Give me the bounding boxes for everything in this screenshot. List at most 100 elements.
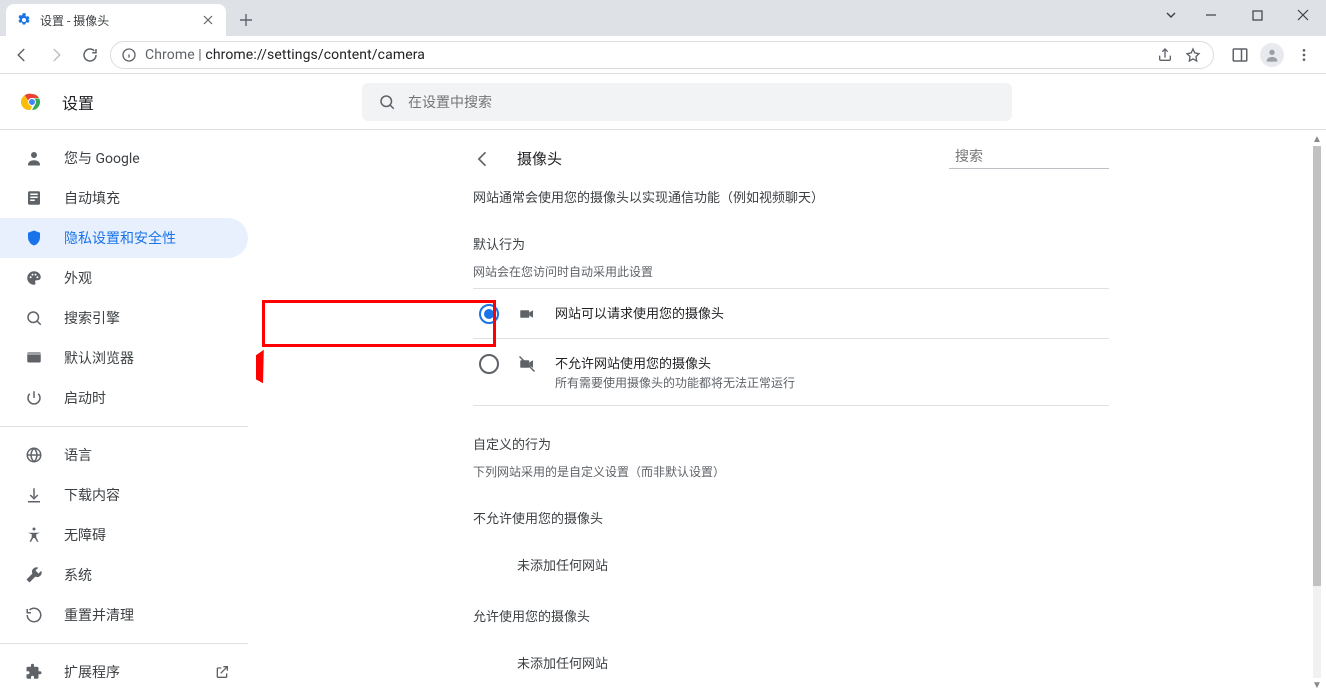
window-controls bbox=[1154, 0, 1326, 30]
sidebar-item-default-browser[interactable]: 默认浏览器 bbox=[0, 338, 248, 378]
sidebar-item-on-startup[interactable]: 启动时 bbox=[0, 378, 248, 418]
omnibox[interactable]: Chrome | chrome://settings/content/camer… bbox=[110, 41, 1214, 69]
default-behavior-heading: 默认行为 bbox=[473, 234, 1109, 253]
sidebar-item-label: 默认浏览器 bbox=[64, 348, 134, 368]
sidebar-item-label: 扩展程序 bbox=[64, 662, 120, 682]
block-list-heading: 不允许使用您的摄像头 bbox=[473, 508, 1109, 527]
download-icon bbox=[24, 485, 44, 505]
browser-tab-active[interactable]: 设置 - 摄像头 bbox=[6, 4, 226, 36]
radio-button[interactable] bbox=[479, 354, 499, 374]
menu-icon[interactable] bbox=[1290, 41, 1318, 69]
shield-icon bbox=[24, 228, 44, 248]
wrench-icon bbox=[24, 565, 44, 585]
settings-content: 摄像头 网站通常会使用您的摄像头以实现通信功能（例如视频聊天） 默认行为 网站会… bbox=[256, 130, 1326, 694]
new-tab-button[interactable] bbox=[232, 6, 260, 34]
caret-down-icon[interactable] bbox=[1154, 0, 1188, 30]
camera-off-icon bbox=[517, 354, 537, 374]
close-window-button[interactable] bbox=[1280, 0, 1326, 30]
option-sites-can-ask[interactable]: 网站可以请求使用您的摄像头 bbox=[473, 289, 1109, 338]
default-behavior-options: 网站可以请求使用您的摄像头 不允许网站使用您的摄像头 所有需要使用摄像头的功能都… bbox=[473, 288, 1109, 406]
sidebar-item-label: 外观 bbox=[64, 268, 92, 288]
sidebar-item-accessibility[interactable]: 无障碍 bbox=[0, 515, 248, 555]
radio-button[interactable] bbox=[479, 304, 499, 324]
sidebar-item-label: 启动时 bbox=[64, 388, 106, 408]
page-title: 摄像头 bbox=[517, 148, 562, 169]
sidebar-item-privacy[interactable]: 隐私设置和安全性 bbox=[0, 218, 248, 258]
url-text: Chrome | chrome://settings/content/camer… bbox=[145, 47, 1147, 63]
annotation-arrow bbox=[256, 340, 276, 530]
palette-icon bbox=[24, 268, 44, 288]
settings-sidebar: 您与 Google 自动填充 隐私设置和安全性 外观 搜索引擎 默认浏览器 启动… bbox=[0, 130, 256, 694]
settings-title: 设置 bbox=[62, 90, 94, 114]
external-link-icon bbox=[214, 664, 230, 680]
sidebar-item-label: 语言 bbox=[64, 445, 92, 465]
page-search[interactable] bbox=[949, 148, 1109, 169]
sidebar-item-appearance[interactable]: 外观 bbox=[0, 258, 248, 298]
settings-header: 设置 bbox=[0, 74, 1326, 130]
custom-behavior-subheading: 下列网站采用的是自定义设置（而非默认设置） bbox=[473, 463, 1109, 480]
scroll-thumb[interactable] bbox=[1313, 146, 1321, 586]
site-info-icon[interactable] bbox=[121, 47, 137, 63]
search-icon bbox=[378, 93, 396, 111]
minimize-button[interactable] bbox=[1188, 0, 1234, 30]
profile-avatar[interactable] bbox=[1258, 41, 1286, 69]
back-arrow-icon[interactable] bbox=[473, 149, 493, 169]
sidebar-item-label: 自动填充 bbox=[64, 188, 120, 208]
sidebar-item-label: 隐私设置和安全性 bbox=[64, 228, 176, 248]
settings-search-input[interactable] bbox=[408, 94, 996, 110]
sidebar-divider bbox=[0, 426, 248, 427]
globe-icon bbox=[24, 445, 44, 465]
autofill-icon bbox=[24, 188, 44, 208]
option-label: 不允许网站使用您的摄像头 bbox=[555, 353, 795, 372]
tab-title: 设置 - 摄像头 bbox=[40, 12, 192, 29]
page-search-input[interactable] bbox=[955, 148, 1136, 164]
sidebar-item-downloads[interactable]: 下载内容 bbox=[0, 475, 248, 515]
close-icon[interactable] bbox=[200, 12, 216, 28]
chrome-logo-icon bbox=[20, 90, 44, 114]
search-icon bbox=[24, 308, 44, 328]
extension-icon bbox=[24, 662, 44, 682]
browser-toolbar: Chrome | chrome://settings/content/camer… bbox=[0, 36, 1326, 74]
power-icon bbox=[24, 388, 44, 408]
sidebar-item-languages[interactable]: 语言 bbox=[0, 435, 248, 475]
accessibility-icon bbox=[24, 525, 44, 545]
sidebar-item-label: 重置并清理 bbox=[64, 605, 134, 625]
side-panel-icon[interactable] bbox=[1226, 41, 1254, 69]
camera-icon bbox=[517, 304, 537, 324]
restore-icon bbox=[24, 605, 44, 625]
option-block-camera[interactable]: 不允许网站使用您的摄像头 所有需要使用摄像头的功能都将无法正常运行 bbox=[473, 338, 1109, 405]
page-header: 摄像头 bbox=[473, 148, 1109, 169]
tab-strip: 设置 - 摄像头 bbox=[0, 0, 1326, 36]
maximize-button[interactable] bbox=[1234, 0, 1280, 30]
custom-behavior-heading: 自定义的行为 bbox=[473, 434, 1109, 453]
allow-list-heading: 允许使用您的摄像头 bbox=[473, 606, 1109, 625]
reload-button[interactable] bbox=[76, 41, 104, 69]
sidebar-item-label: 搜索引擎 bbox=[64, 308, 120, 328]
sidebar-item-autofill[interactable]: 自动填充 bbox=[0, 178, 248, 218]
allow-list-empty: 未添加任何网站 bbox=[473, 635, 1109, 676]
sidebar-item-you-and-google[interactable]: 您与 Google bbox=[0, 138, 248, 178]
person-icon bbox=[24, 148, 44, 168]
content-scrollbar[interactable]: ▲ ▼ bbox=[1310, 132, 1324, 692]
settings-search[interactable] bbox=[362, 83, 1012, 121]
sidebar-item-label: 您与 Google bbox=[64, 148, 140, 168]
page-description: 网站通常会使用您的摄像头以实现通信功能（例如视频聊天） bbox=[473, 187, 1109, 206]
sidebar-item-reset[interactable]: 重置并清理 bbox=[0, 595, 248, 635]
browser-icon bbox=[24, 348, 44, 368]
gear-icon bbox=[16, 12, 32, 28]
scroll-up-arrow[interactable]: ▲ bbox=[1310, 132, 1324, 146]
sidebar-item-label: 无障碍 bbox=[64, 525, 106, 545]
forward-button[interactable] bbox=[42, 41, 70, 69]
scroll-down-arrow[interactable]: ▼ bbox=[1310, 678, 1324, 692]
sidebar-item-label: 下载内容 bbox=[64, 485, 120, 505]
bookmark-icon[interactable] bbox=[1183, 45, 1203, 65]
share-icon[interactable] bbox=[1155, 45, 1175, 65]
option-sublabel: 所有需要使用摄像头的功能都将无法正常运行 bbox=[555, 374, 795, 391]
sidebar-item-extensions[interactable]: 扩展程序 bbox=[0, 652, 248, 692]
option-label: 网站可以请求使用您的摄像头 bbox=[555, 303, 724, 322]
sidebar-item-system[interactable]: 系统 bbox=[0, 555, 248, 595]
settings-app: 设置 您与 Google 自动填充 隐私设置和安全性 外观 搜索引擎 默认浏览器… bbox=[0, 74, 1326, 694]
sidebar-item-search-engine[interactable]: 搜索引擎 bbox=[0, 298, 248, 338]
back-button[interactable] bbox=[8, 41, 36, 69]
block-list-empty: 未添加任何网站 bbox=[473, 537, 1109, 578]
